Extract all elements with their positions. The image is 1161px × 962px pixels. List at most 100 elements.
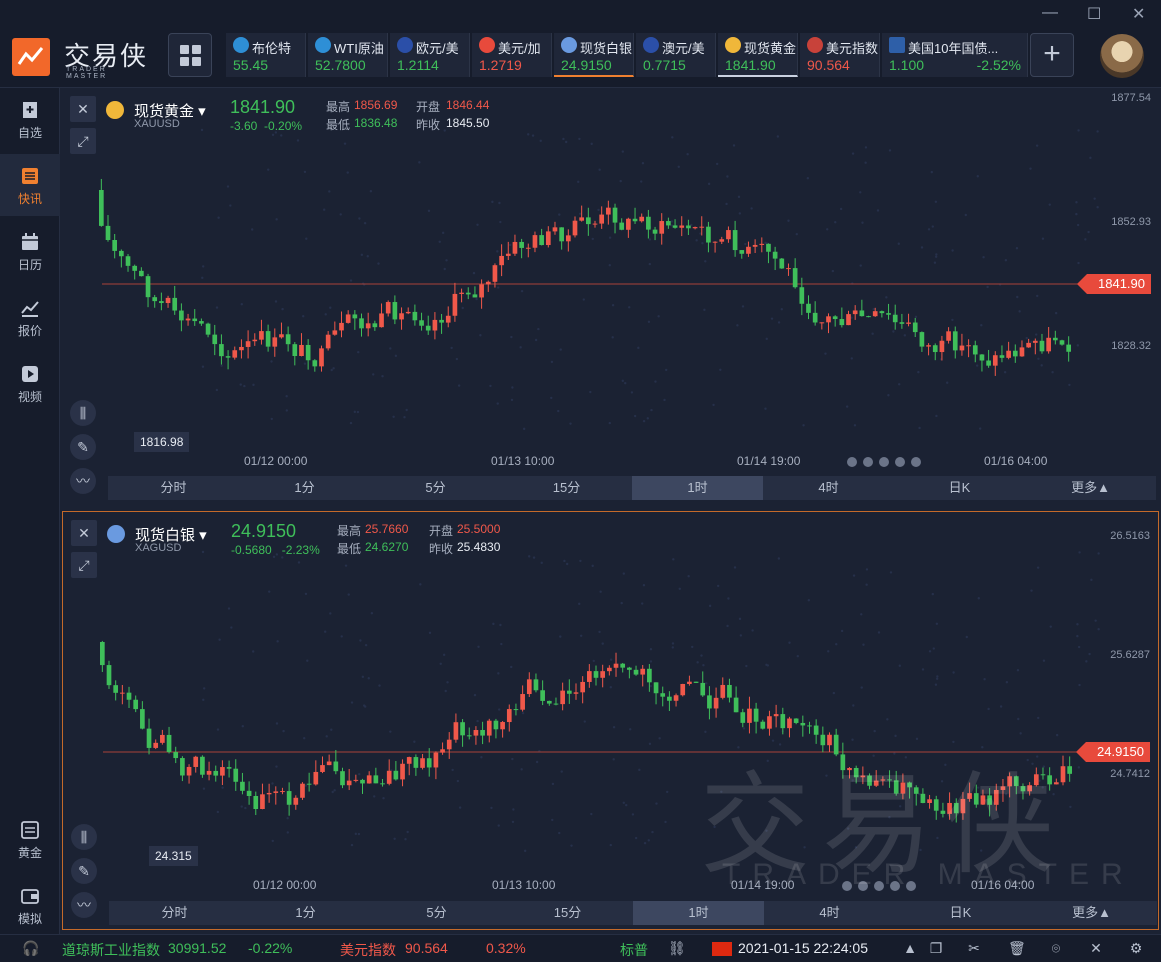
headset-icon[interactable]: 🎧 (22, 940, 39, 956)
camera-icon[interactable]: ⌾ (1048, 940, 1064, 956)
background-dot (715, 162, 719, 166)
background-dot (522, 427, 526, 431)
tools-icon[interactable]: ✂ (966, 940, 982, 956)
background-dot (952, 671, 955, 674)
candle-body (946, 331, 951, 341)
ticker-usdcad[interactable]: 美元/加 1.2719 (472, 33, 552, 77)
background-dot (220, 364, 223, 367)
sidebar-item-video[interactable]: 视频 (0, 352, 60, 414)
candle-body (152, 297, 158, 302)
silver-icon (107, 525, 125, 543)
timeframe-tab[interactable]: 15分 (502, 901, 633, 925)
candle-body (146, 728, 152, 748)
draw-pen-icon[interactable]: ✎ (71, 858, 97, 884)
ticker-dxy[interactable]: 美元指数 90.564 (800, 33, 880, 77)
apps-grid-button[interactable] (168, 33, 212, 77)
candle-body (540, 690, 545, 701)
sidebar-item-simulate[interactable]: 模拟 (0, 874, 60, 936)
background-dot (347, 593, 350, 596)
sidebar-item-gold[interactable]: 黄金 (0, 808, 60, 870)
background-dot (980, 324, 983, 327)
candle-type-icon[interactable]: ⫼ (71, 824, 97, 850)
candle-body (740, 712, 746, 723)
background-dot (933, 261, 937, 264)
background-dot (532, 556, 536, 559)
windows-icon[interactable]: ❐ (928, 940, 944, 956)
link-icon[interactable]: ⛓ (668, 940, 686, 956)
background-dot (578, 137, 581, 141)
candle-body (660, 693, 666, 697)
background-dot (983, 678, 986, 681)
ticker-brent[interactable]: 布伦特 55.45 (226, 33, 306, 77)
ticker-wti[interactable]: WTI原油 52.7800 (308, 33, 388, 77)
timeframe-tab-active[interactable]: 1时 (633, 901, 764, 925)
background-dot (200, 128, 204, 132)
settings-icon[interactable]: ⚙ (1128, 940, 1144, 956)
timeframe-tab[interactable]: 日K (894, 476, 1025, 500)
background-dot (712, 403, 715, 407)
ticker-eurusd[interactable]: 欧元/美 1.2114 (390, 33, 470, 77)
background-dot (726, 624, 729, 628)
timeframe-tab[interactable]: 1分 (239, 476, 370, 500)
candle-body (572, 220, 578, 236)
background-dot (346, 171, 349, 174)
close-panel-icon[interactable]: ✕ (71, 520, 97, 546)
close-panel-icon[interactable]: ✕ (70, 96, 96, 122)
background-dot (540, 561, 543, 565)
trash-icon[interactable]: 🗑 (1008, 940, 1026, 956)
background-dot (510, 335, 513, 339)
background-dot (770, 317, 774, 320)
candle-body (952, 331, 958, 351)
timeframe-tab[interactable]: 5分 (370, 476, 501, 500)
candle-body (779, 258, 785, 269)
mute-icon[interactable]: ✕ (1088, 940, 1104, 956)
timeframe-tab[interactable]: 分时 (108, 476, 239, 500)
candle-body (265, 331, 271, 347)
instrument-code: XAUUSD (134, 118, 180, 130)
timeframe-tab[interactable]: 日K (895, 901, 1026, 925)
maximize-icon[interactable]: ☐ (1087, 4, 1101, 24)
candle-body (340, 771, 345, 786)
timeframe-tab[interactable]: 15分 (501, 476, 632, 500)
minimize-icon[interactable]: — (1042, 4, 1058, 22)
add-ticker-button[interactable]: + (1030, 33, 1074, 77)
candle-type-icon[interactable]: ⫼ (70, 400, 96, 426)
expand-icon[interactable]: ⤢ (71, 552, 97, 578)
ticker-gold[interactable]: 现货黄金 1841.90 (718, 33, 798, 77)
sidebar-item-watchlist[interactable]: 自选 (0, 88, 60, 150)
background-dot (377, 262, 380, 265)
candle-body (180, 758, 185, 776)
background-dot (932, 647, 935, 650)
timeframe-more[interactable]: 更多▲ (1025, 476, 1156, 500)
draw-pen-icon[interactable]: ✎ (70, 434, 96, 460)
avatar[interactable] (1100, 34, 1144, 78)
indicator-icon[interactable]: 〰 (71, 892, 97, 918)
sidebar-item-news[interactable]: 快讯 (0, 154, 60, 216)
ticker-us10y[interactable]: 美国10年国债... 1.100 -2.52% (882, 33, 1028, 77)
timeframe-tab[interactable]: 分时 (109, 901, 240, 925)
background-dot (649, 648, 653, 651)
candle-body (806, 303, 811, 313)
ticker-silver[interactable]: 现货白银 24.9150 (554, 33, 634, 77)
timeframe-tab[interactable]: 4时 (763, 476, 894, 500)
timeframe-tab-active[interactable]: 1时 (632, 476, 763, 500)
caret-up-icon[interactable]: ▲ (902, 940, 918, 956)
background-dot (202, 687, 206, 690)
timeframe-more[interactable]: 更多▲ (1026, 901, 1157, 925)
ticker-audusd[interactable]: 澳元/美 0.7715 (636, 33, 716, 77)
background-dot (304, 592, 308, 596)
event-markers[interactable] (844, 454, 924, 472)
indicator-icon[interactable]: 〰 (70, 468, 96, 494)
candle-body (192, 318, 198, 322)
candle-body (746, 246, 751, 254)
sidebar-item-calendar[interactable]: 日历 (0, 220, 60, 282)
close-icon[interactable]: ✕ (1132, 4, 1145, 24)
sidebar-item-quotes[interactable]: 报价 (0, 286, 60, 348)
timeframe-tab[interactable]: 5分 (371, 901, 502, 925)
candle-body (446, 739, 452, 750)
timeframe-tab[interactable]: 1分 (240, 901, 371, 925)
background-dot (1035, 144, 1039, 147)
expand-icon[interactable]: ⤢ (70, 128, 96, 154)
background-dot (750, 207, 753, 210)
timeframe-tab[interactable]: 4时 (764, 901, 895, 925)
